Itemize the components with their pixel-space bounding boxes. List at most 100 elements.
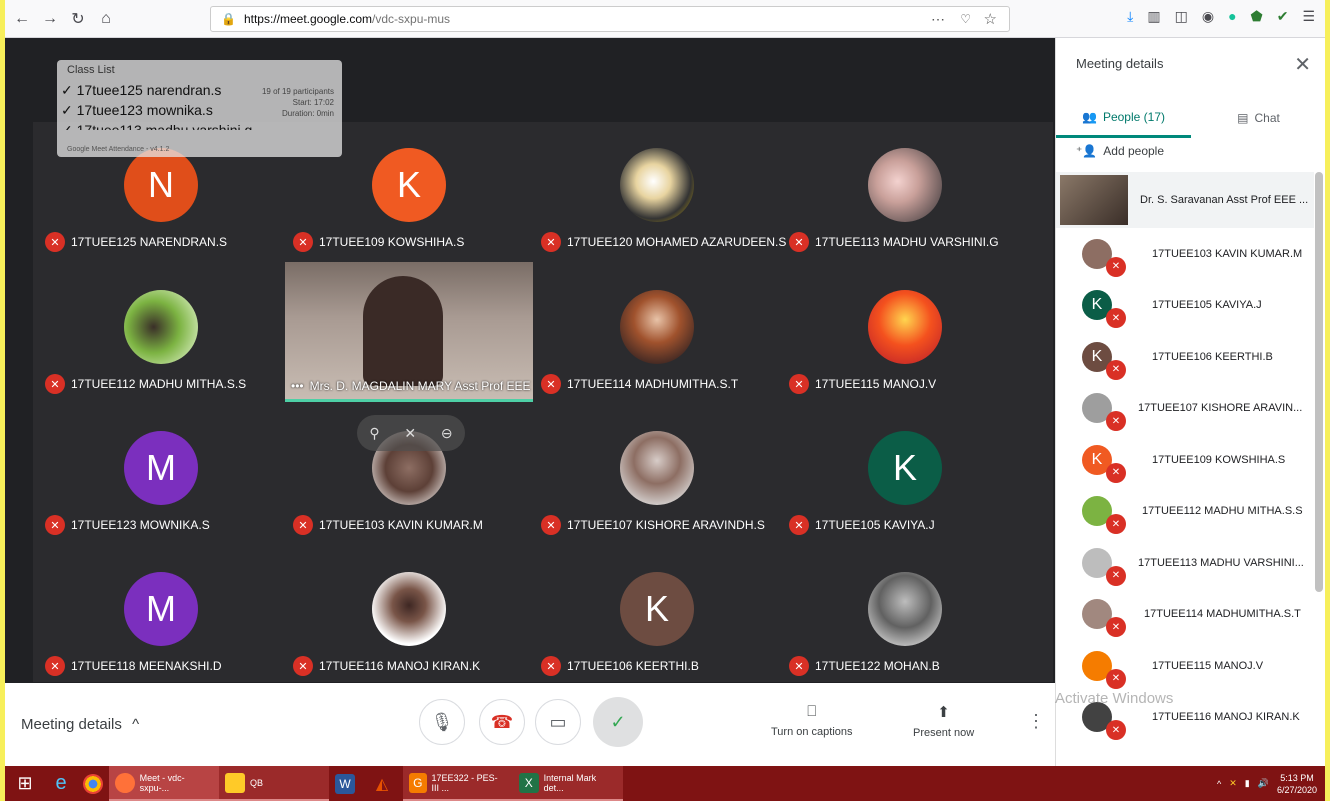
participant-tile[interactable]: ✕ 17TUEE114 MADHUMITHA.S.T <box>533 280 781 420</box>
download-icon[interactable]: ⤓ <box>1127 8 1133 25</box>
url-path: /vdc-sxpu-mus <box>372 12 451 26</box>
home-icon[interactable]: ⌂ <box>95 8 117 30</box>
participant-tile[interactable]: ✕ 17TUEE113 MADHU VARSHINI.G <box>781 138 1029 278</box>
participant-name: 17TUEE115 MANOJ.V <box>1152 659 1264 672</box>
participant-name: 17TUEE122 MOHAN.B <box>815 659 940 673</box>
avatar: ✕ <box>1082 238 1126 277</box>
participant-tile[interactable]: ✕ 17TUEE112 MADHU MITHA.S.S <box>37 280 285 420</box>
captions-button[interactable]: ⎕ Turn on captions <box>771 703 853 738</box>
windows-taskbar: ⊞ e Meet - vdc-sxpu-... QB W ◭ G 17EE322 … <box>5 766 1325 801</box>
volume-icon[interactable]: 🔊 <box>1258 778 1269 789</box>
cc-icon: ⎕ <box>807 703 817 720</box>
participant-name: 17TUEE114 MADHUMITHA.S.T <box>567 377 739 391</box>
participant-tile[interactable]: M ✕ 17TUEE118 MEENAKSHI.D <box>37 562 285 702</box>
check-button[interactable]: ✓ <box>593 697 643 747</box>
mic-off-icon: ✕ <box>1106 668 1126 689</box>
forward-icon[interactable]: → <box>39 8 61 30</box>
participant-name: Mrs. D. MAGDALIN MARY Asst Prof EEE <box>309 379 531 393</box>
list-item[interactable]: ✕ 17TUEE114 MADHUMITHA.S.T <box>1056 589 1314 641</box>
list-item[interactable]: ✕ 17TUEE107 KISHORE ARAVIN... <box>1056 383 1314 435</box>
remove-participant-icon[interactable]: ⊖ <box>441 425 453 442</box>
grammarly-icon[interactable]: ● <box>1228 8 1236 25</box>
scrollbar[interactable] <box>1315 172 1323 592</box>
participant-tile[interactable]: M ✕ 17TUEE123 MOWNIKA.S <box>37 421 285 561</box>
microphone-icon: 🎙 <box>430 711 454 732</box>
shield-icon[interactable]: ⬟ <box>1251 8 1263 25</box>
avatar: K <box>372 148 446 222</box>
mic-off-icon: ✕ <box>1106 359 1126 380</box>
activate-windows-watermark: Activate Windows <box>1055 690 1174 707</box>
clock[interactable]: 5:13 PM 6/27/2020 <box>1277 772 1317 796</box>
camera-button[interactable]: ▭ <box>535 699 581 745</box>
library-icon[interactable]: ▥ <box>1147 8 1160 25</box>
list-item[interactable]: K ✕ 17TUEE105 KAVIYA.J <box>1056 280 1314 332</box>
list-item[interactable]: ✕ 17TUEE115 MANOJ.V <box>1056 640 1314 692</box>
clock-date: 6/27/2020 <box>1276 784 1317 795</box>
taskbar-app-explorer[interactable]: QB <box>219 766 329 801</box>
mic-off-icon: ✕ <box>1106 720 1126 741</box>
windows-start-icon[interactable]: ⊞ <box>5 766 45 801</box>
active-speaker-tile[interactable]: ••• Mrs. D. MAGDALIN MARY Asst Prof EEE <box>285 262 533 402</box>
close-icon[interactable]: ✕ <box>1294 52 1311 77</box>
class-list-extension[interactable]: Class List ✓ 17tuee125 narendran.s ✓ 17t… <box>57 60 342 157</box>
reload-icon[interactable]: ↻ <box>67 8 89 30</box>
list-item[interactable]: K ✕ 17TUEE106 KEERTHI.B <box>1056 331 1314 383</box>
tab-people[interactable]: 👥 People (17) <box>1056 98 1191 138</box>
mute-participant-icon[interactable]: ✕ <box>404 425 416 442</box>
meeting-details-label: Meeting details <box>21 716 122 733</box>
people-icon: 👥 <box>1082 109 1097 124</box>
pin-icon[interactable]: ⚲ <box>369 425 379 442</box>
sidebar-icon[interactable]: ◫ <box>1175 8 1188 25</box>
chevron-up-icon: ^ <box>132 716 140 733</box>
meeting-details-button[interactable]: Meeting details ^ <box>21 716 139 733</box>
bookmark-star-icon[interactable]: ☆ <box>984 10 997 28</box>
end-call-button[interactable]: ☎ <box>479 699 525 745</box>
list-item[interactable]: K ✕ 17TUEE109 KOWSHIHA.S <box>1056 434 1314 486</box>
participant-tile[interactable]: ✕ 17TUEE116 MANOJ KIRAN.K <box>285 562 533 702</box>
list-item[interactable]: Dr. S. Saravanan Asst Prof EEE ... <box>1056 172 1314 228</box>
participant-tile[interactable]: N ✕ 17TUEE125 NARENDRAN.S <box>37 138 285 278</box>
participant-tile[interactable]: K ✕ 17TUEE106 KEERTHI.B <box>533 562 781 702</box>
check-extension-icon[interactable]: ✔ <box>1277 8 1289 25</box>
tile-hover-controls: ⚲ ✕ ⊖ <box>357 415 465 451</box>
participant-tile[interactable]: K ✕ 17TUEE109 KOWSHIHA.S <box>285 138 533 278</box>
microphone-button[interactable]: 🎙 <box>419 699 465 745</box>
mic-off-icon: ✕ <box>789 515 809 535</box>
menu-icon[interactable]: ☰ <box>1302 8 1315 25</box>
tab-chat[interactable]: ▤ Chat <box>1191 98 1326 138</box>
back-icon[interactable]: ← <box>11 8 33 30</box>
present-now-button[interactable]: ⬆ Present now <box>913 703 974 739</box>
taskbar-app-firefox[interactable]: Meet - vdc-sxpu-... <box>109 766 219 801</box>
taskbar-app-excel[interactable]: X Internal Mark det... <box>513 766 623 801</box>
list-item[interactable]: ✕ 17TUEE103 KAVIN KUMAR.M <box>1056 228 1314 280</box>
participant-tile[interactable]: ✕ 17TUEE122 MOHAN.B <box>781 562 1029 702</box>
page-actions-icon[interactable]: ⋯ <box>931 11 945 28</box>
more-options-icon[interactable]: ••• <box>291 379 304 393</box>
account-icon[interactable]: ◉ <box>1202 8 1214 25</box>
taskbar-app-pdf[interactable]: G 17EE322 - PES- III ... <box>403 766 513 801</box>
address-bar[interactable]: 🔒 https://meet.google.com/vdc-sxpu-mus ⋯… <box>210 6 1010 32</box>
network-warning-icon[interactable]: ✕ <box>1229 778 1237 789</box>
list-item[interactable]: ✕ 17TUEE113 MADHU VARSHINI... <box>1056 537 1314 589</box>
pocket-icon[interactable]: ♡ <box>960 12 971 26</box>
list-item[interactable]: ✕ 17TUEE112 MADHU MITHA.S.S <box>1056 486 1314 538</box>
tab-label: People (17) <box>1102 109 1165 124</box>
url-host: https://meet.google.com <box>243 12 373 26</box>
more-options-icon[interactable]: ⋮ <box>1027 711 1045 732</box>
signal-icon[interactable]: ▮ <box>1245 778 1250 789</box>
participant-tile[interactable]: K ✕ 17TUEE105 KAVIYA.J <box>781 421 1029 561</box>
lock-icon: 🔒 <box>221 12 236 26</box>
taskbar-edge-icon[interactable]: e <box>45 766 77 801</box>
participant-tile[interactable]: ✕ 17TUEE120 MOHAMED AZARUDEEN.S <box>533 138 786 278</box>
chevron-up-icon[interactable]: ^ <box>1217 779 1221 789</box>
participant-tile[interactable]: ✕ 17TUEE115 MANOJ.V <box>781 280 1029 420</box>
participant-tile[interactable]: ✕ 17TUEE107 KISHORE ARAVINDH.S <box>533 421 781 561</box>
taskbar-word-icon[interactable]: W <box>329 766 366 801</box>
edge-icon: e <box>55 772 67 794</box>
taskbar-chrome-icon[interactable] <box>77 766 109 801</box>
meeting-stage: N ✕ 17TUEE125 NARENDRAN.S K ✕ 17TUEE109 KO… <box>5 38 1055 683</box>
taskbar-app-label: QB <box>250 777 264 788</box>
taskbar-matlab-icon[interactable]: ◭ <box>366 766 403 801</box>
participant-name: 17TUEE103 KAVIN KUMAR.M <box>319 518 483 532</box>
add-people-button[interactable]: ⁺👤 Add people <box>1076 144 1164 158</box>
